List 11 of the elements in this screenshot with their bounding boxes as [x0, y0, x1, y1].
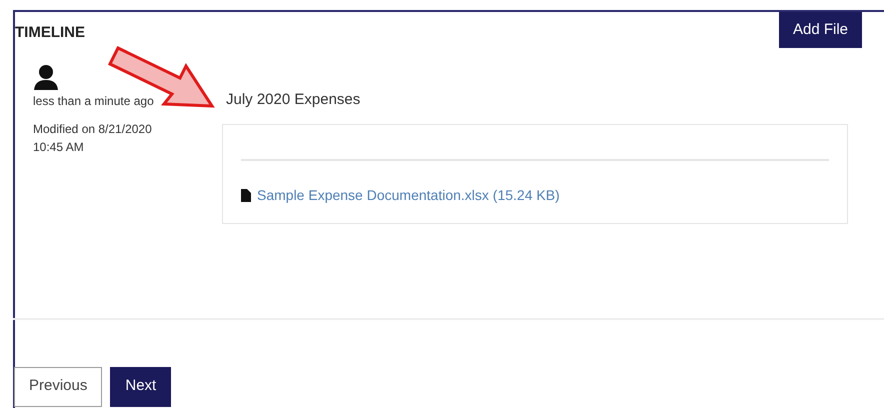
user-icon	[33, 64, 59, 90]
modified-time: 10:45 AM	[33, 139, 85, 156]
next-button[interactable]: Next	[110, 366, 172, 406]
relative-time: less than a minute ago	[33, 93, 155, 110]
section-title: TIMELINE	[15, 23, 85, 43]
attachment-link[interactable]: Sample Expense Documentation.xlsx (15.24 KB)	[257, 184, 560, 206]
modified-date: Modified on 8/21/2020	[33, 121, 153, 138]
previous-button[interactable]: Previous	[14, 366, 102, 406]
document-icon	[241, 188, 251, 202]
entry-title: July 2020 Expenses	[226, 90, 362, 110]
add-file-button[interactable]: Add File	[778, 12, 862, 48]
